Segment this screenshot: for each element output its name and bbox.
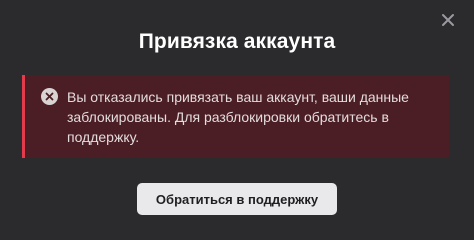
contact-support-button[interactable]: Обратиться в поддержку bbox=[137, 183, 337, 215]
account-link-dialog: Привязка аккаунта Вы отказались привязат… bbox=[0, 0, 474, 240]
alert-message: Вы отказались привязать ваш аккаунт, ваш… bbox=[67, 89, 409, 145]
error-circle-x-icon bbox=[41, 88, 58, 105]
close-button[interactable] bbox=[441, 13, 455, 27]
error-alert: Вы отказались привязать ваш аккаунт, ваш… bbox=[22, 75, 449, 158]
dialog-title: Привязка аккаунта bbox=[138, 30, 336, 53]
close-icon bbox=[442, 14, 454, 26]
